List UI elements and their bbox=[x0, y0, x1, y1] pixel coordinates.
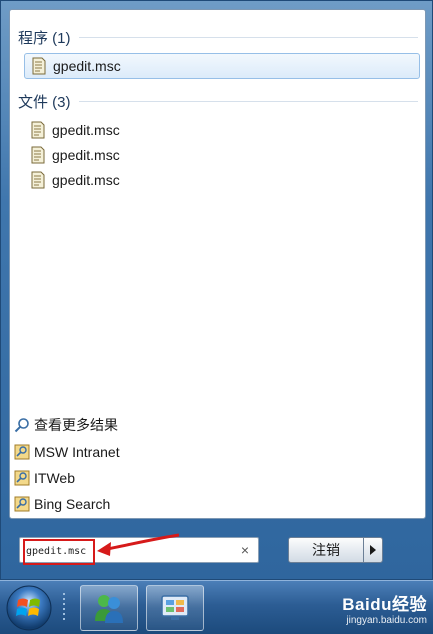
start-menu: 程序 (1) gpedit.msc 文件 (3) gpedit.msc gped… bbox=[0, 0, 433, 580]
document-icon bbox=[31, 146, 45, 164]
clear-search-icon[interactable]: × bbox=[238, 543, 252, 557]
search-link-label: ITWeb bbox=[34, 470, 75, 486]
search-connector-icon bbox=[14, 444, 30, 460]
search-link-msw-intranet[interactable]: MSW Intranet bbox=[14, 440, 120, 464]
result-item-file[interactable]: gpedit.msc bbox=[24, 117, 420, 143]
result-item-label: gpedit.msc bbox=[53, 58, 121, 74]
search-link-label: MSW Intranet bbox=[34, 444, 120, 460]
annotation-arrow-icon bbox=[97, 533, 180, 556]
shutdown-options-button[interactable] bbox=[363, 537, 383, 563]
result-item-label: gpedit.msc bbox=[52, 172, 120, 188]
search-connector-icon bbox=[14, 470, 30, 486]
group-divider bbox=[78, 100, 418, 102]
document-icon bbox=[32, 57, 46, 75]
search-link-label: Bing Search bbox=[34, 496, 111, 512]
result-item-file[interactable]: gpedit.msc bbox=[24, 167, 420, 193]
result-item-label: gpedit.msc bbox=[52, 147, 120, 163]
see-more-results-label: 查看更多结果 bbox=[34, 417, 118, 433]
search-connector-icon bbox=[14, 496, 30, 512]
group-divider bbox=[78, 36, 418, 38]
search-link-itweb[interactable]: ITWeb bbox=[14, 466, 75, 490]
search-icon bbox=[14, 418, 29, 433]
control-panel-icon bbox=[161, 595, 189, 620]
document-icon bbox=[31, 171, 45, 189]
result-item-label: gpedit.msc bbox=[52, 122, 120, 138]
result-item-file[interactable]: gpedit.msc bbox=[24, 142, 420, 168]
watermark-logo: Baidu经验 bbox=[342, 595, 427, 614]
taskbar-grip-icon bbox=[63, 593, 65, 620]
group-header-programs: 程序 (1) bbox=[18, 27, 418, 47]
watermark-url: jingyan.baidu.com bbox=[346, 615, 427, 626]
taskbar-button-messenger[interactable] bbox=[80, 585, 138, 631]
messenger-icon bbox=[95, 595, 123, 623]
group-header-programs-label: 程序 (1) bbox=[18, 29, 71, 47]
taskbar-button-control-panel[interactable] bbox=[146, 585, 204, 631]
document-icon bbox=[31, 121, 45, 139]
chevron-right-icon bbox=[370, 545, 376, 555]
search-link-bing[interactable]: Bing Search bbox=[14, 492, 110, 516]
search-results-panel: 程序 (1) gpedit.msc 文件 (3) gpedit.msc gped… bbox=[9, 9, 426, 519]
baidu-jingyan-watermark: Baidu经验 jingyan.baidu.com bbox=[342, 590, 427, 626]
group-header-files-label: 文件 (3) bbox=[18, 93, 71, 111]
log-off-button[interactable]: 注销 bbox=[288, 537, 364, 563]
see-more-results-link[interactable]: 查看更多结果 bbox=[14, 413, 118, 437]
group-header-files: 文件 (3) bbox=[18, 91, 418, 111]
result-item-program[interactable]: gpedit.msc bbox=[24, 53, 420, 79]
windows-start-orb-icon[interactable] bbox=[4, 583, 54, 633]
